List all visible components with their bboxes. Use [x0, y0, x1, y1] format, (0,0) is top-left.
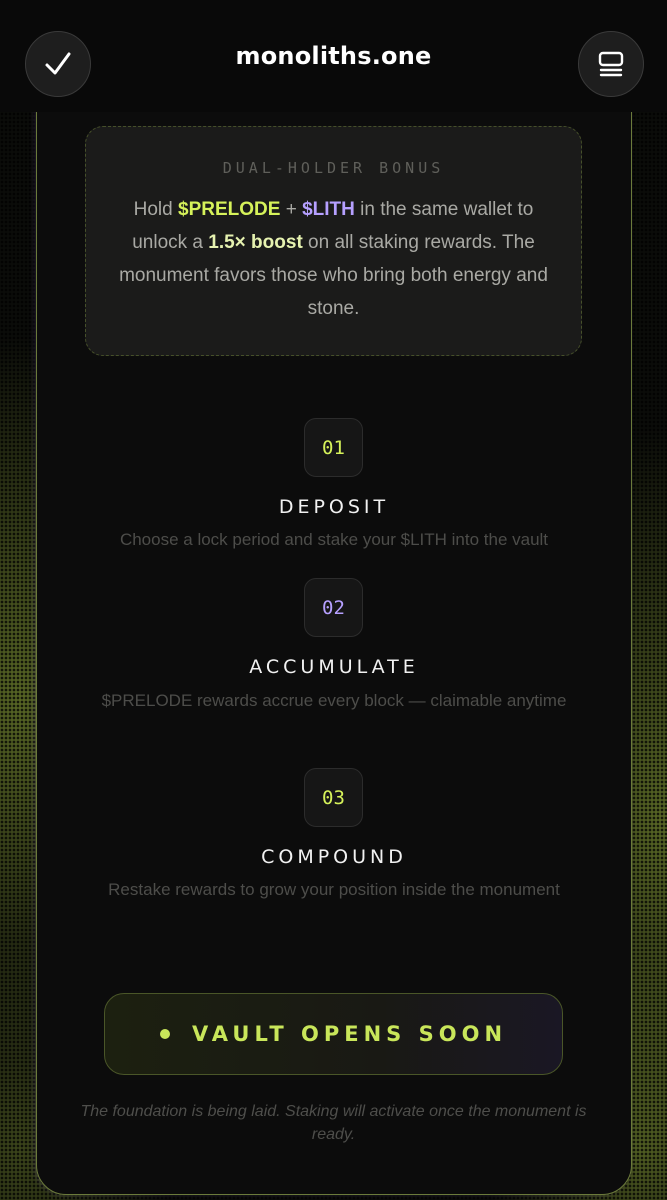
- step-title: COMPOUND: [261, 846, 407, 868]
- done-button[interactable]: [25, 31, 91, 97]
- step-number: 03: [304, 768, 363, 827]
- page: monoliths.one DUAL-HOLDER BONUS Hold $PR…: [0, 0, 667, 1200]
- bonus-text-2: +: [280, 199, 303, 220]
- footnote: The foundation is being laid. Staking wi…: [80, 1103, 587, 1143]
- browser-topbar: monoliths.one: [0, 0, 667, 112]
- status-dot-icon: [159, 1029, 170, 1039]
- bonus-description: Hold $PRELODE + $LITH in the same wallet…: [110, 193, 557, 325]
- tabs-icon: [598, 51, 624, 77]
- vault-button-label: VAULT OPENS SOON: [191, 1022, 508, 1046]
- step-description: $PRELODE rewards accrue every block — cl…: [101, 691, 567, 710]
- lith-token: $LITH: [302, 199, 355, 220]
- boost-value: 1.5× boost: [208, 232, 303, 253]
- step-description: Choose a lock period and stake your $LIT…: [119, 530, 549, 549]
- step-title: DEPOSIT: [278, 496, 390, 518]
- step-description: Restake rewards to grow your position in…: [108, 880, 560, 899]
- step-title: ACCUMULATE: [249, 656, 419, 678]
- step-number: 01: [304, 418, 363, 477]
- vault-opens-soon-button[interactable]: VAULT OPENS SOON: [104, 993, 563, 1075]
- bonus-title: DUAL-HOLDER BONUS: [222, 159, 445, 177]
- check-icon: [45, 52, 71, 75]
- tabs-button[interactable]: [578, 31, 644, 97]
- bonus-text-1: Hold: [133, 199, 178, 220]
- step-number: 02: [304, 578, 363, 637]
- dual-holder-bonus-panel: DUAL-HOLDER BONUS Hold $PRELODE + $LITH …: [85, 126, 582, 356]
- url-title[interactable]: monoliths.one: [236, 42, 432, 70]
- prelode-token: $PRELODE: [178, 199, 281, 220]
